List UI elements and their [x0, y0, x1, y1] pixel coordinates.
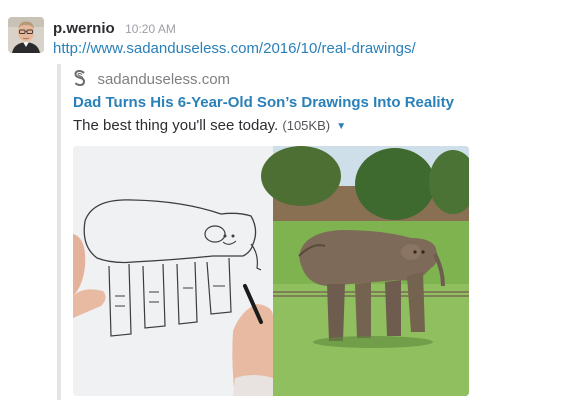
caret-down-icon[interactable]: ▼ — [336, 121, 346, 132]
avatar-portrait — [8, 17, 44, 53]
link-unfurl-attachment: sadanduseless.com Dad Turns His 6-Year-O… — [57, 64, 527, 400]
drawing-photo — [73, 146, 273, 396]
attachment-image[interactable] — [73, 146, 469, 396]
user-avatar[interactable] — [8, 17, 44, 53]
attachment-text: The best thing you'll see today. — [73, 117, 279, 134]
timestamp[interactable]: 10:20 AM — [125, 22, 176, 36]
message: p.wernio 10:20 AM http://www.sadandusele… — [0, 0, 562, 408]
message-header: p.wernio 10:20 AM — [53, 20, 176, 38]
site-favicon-icon — [73, 69, 87, 87]
attachment-title-link[interactable]: Dad Turns His 6-Year-Old Son’s Drawings … — [73, 94, 454, 111]
attachment-description: The best thing you'll see today. (105KB)… — [73, 117, 346, 134]
sculpture-photo — [261, 146, 469, 396]
username[interactable]: p.wernio — [53, 20, 115, 37]
attachment-file-size: (105KB) — [282, 118, 331, 133]
attachment-service: sadanduseless.com — [73, 69, 231, 88]
message-link[interactable]: http://www.sadanduseless.com/2016/10/rea… — [53, 40, 416, 57]
attachment-service-name: sadanduseless.com — [97, 71, 231, 88]
